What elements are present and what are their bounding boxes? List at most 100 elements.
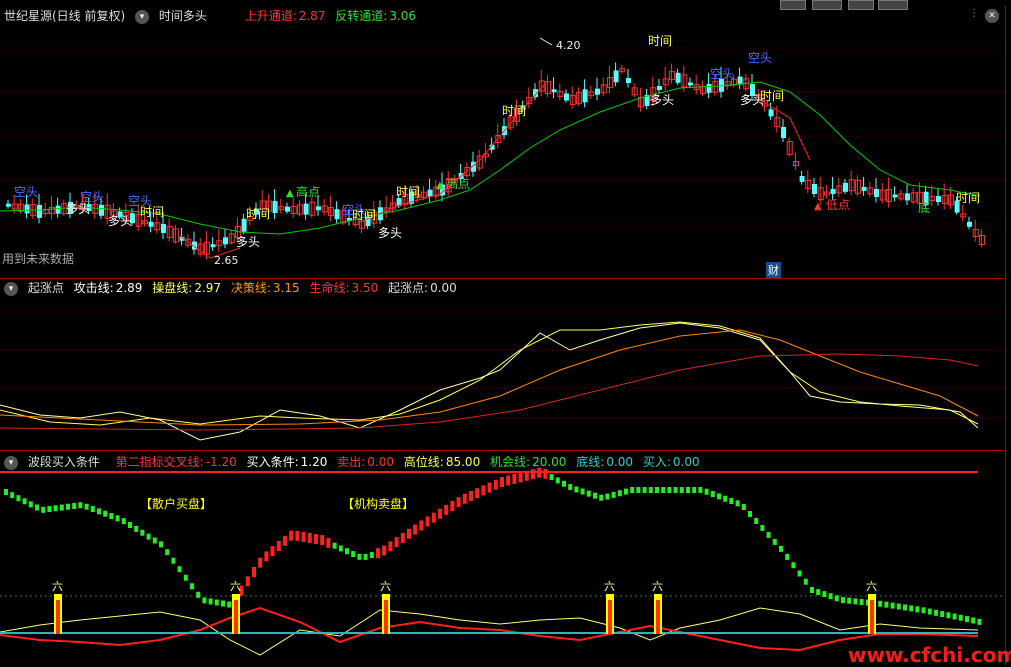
signal-dash: [227, 601, 232, 608]
signal-dash: [692, 487, 697, 493]
candle-body: [272, 201, 278, 214]
annotation-duo-tou: 多头: [650, 93, 674, 107]
signal-dash: [307, 532, 312, 543]
signal-dash: [965, 616, 969, 623]
candle-body: [768, 109, 774, 117]
decision-line: [0, 329, 979, 426]
signal-dash: [419, 520, 424, 531]
signal-dash: [245, 576, 250, 587]
candle-body: [657, 86, 662, 90]
signal-dash: [413, 524, 418, 535]
candle-body: [626, 78, 631, 83]
signal-dash: [524, 470, 529, 481]
signal-dash: [859, 598, 864, 605]
candle-body: [55, 205, 61, 214]
candle-body: [223, 237, 228, 245]
signal-dash: [456, 497, 461, 508]
signal-dash: [221, 600, 225, 607]
annotation-duo-tou: 多头: [236, 235, 260, 249]
annotation-gao-dian: 高点: [296, 184, 320, 199]
signal-dash: [41, 506, 46, 513]
buy-marker-label: 六: [380, 580, 391, 593]
signal-dash: [10, 492, 15, 499]
annotation-di-dian: 低点: [826, 198, 850, 212]
signal-dash: [314, 534, 318, 544]
signal-dash: [766, 531, 771, 538]
signal-dash: [78, 502, 83, 509]
signal-dash: [686, 487, 690, 493]
signal-dash: [183, 574, 188, 581]
candle-body: [11, 203, 18, 210]
signal-dash: [754, 517, 759, 524]
candle-body: [688, 82, 693, 86]
buy-marker-label: 六: [604, 580, 615, 593]
signal-dash: [506, 475, 511, 486]
signal-dash: [177, 566, 182, 573]
annotation-shi-jian: 时间: [140, 205, 164, 219]
signal-dash: [121, 518, 126, 525]
signal-dash: [444, 504, 449, 515]
buy-marker-bar: [234, 600, 238, 634]
signal-dash: [723, 495, 728, 502]
signal-dash: [971, 617, 976, 624]
signal-dash: [568, 484, 573, 491]
candle-body: [285, 206, 290, 212]
signal-dash: [493, 479, 498, 490]
signal-dash: [90, 506, 95, 513]
signal-dash: [450, 501, 455, 511]
signal-dash: [878, 600, 883, 607]
candle-body: [595, 88, 600, 95]
signal-dash: [673, 487, 678, 493]
signal-dash: [190, 583, 194, 590]
signal-dash: [946, 612, 951, 619]
candle-body: [936, 196, 941, 203]
signal-dash: [698, 487, 703, 493]
signal-dash: [593, 492, 597, 499]
signal-dash: [909, 605, 914, 612]
candle-body: [334, 209, 340, 220]
signal-dash: [841, 597, 845, 604]
signal-dash: [97, 508, 101, 515]
signal-dash: [320, 535, 325, 546]
signal-dash: [407, 528, 411, 539]
signal-dash: [214, 599, 219, 606]
signal-dash: [896, 603, 901, 610]
signal-dash: [363, 553, 368, 560]
signal-dash: [574, 486, 579, 493]
signal-dash: [146, 533, 151, 540]
signal-dash: [357, 553, 362, 560]
signal-dash: [729, 498, 734, 505]
signal-dash: [369, 552, 374, 559]
candle-body: [905, 193, 910, 201]
signal-dash: [264, 551, 269, 562]
annotation-di: 底: [918, 200, 930, 215]
candle-body: [99, 204, 104, 216]
buy-marker-bar: [870, 600, 874, 634]
candle-body: [843, 182, 848, 192]
signal-dash: [549, 474, 554, 481]
candle-body: [564, 93, 569, 101]
signal-dash: [53, 505, 58, 512]
candle-body: [874, 189, 879, 197]
signal-dash: [760, 524, 765, 531]
signal-dash: [345, 548, 349, 555]
signal-dash: [475, 488, 480, 499]
signal-dash: [376, 548, 380, 559]
signal-dash: [512, 473, 517, 484]
signal-dash: [648, 487, 653, 493]
candle-body: [161, 224, 166, 234]
buy-marker-label: 六: [52, 580, 63, 593]
signal-dash: [400, 532, 405, 543]
signal-dash: [134, 525, 139, 532]
signal-dash: [599, 494, 604, 501]
buy-marker-label: 六: [866, 580, 877, 593]
signal-dash: [741, 504, 746, 511]
low-price-label: 2.65: [214, 254, 239, 267]
annotation-shi-jian: 时间: [352, 208, 376, 222]
signal-dash: [59, 504, 64, 511]
signal-dash: [128, 522, 132, 528]
buy-marker-bar: [56, 600, 60, 634]
candle-body: [830, 188, 836, 194]
signal-dash: [642, 487, 647, 493]
signal-dash: [884, 601, 889, 608]
